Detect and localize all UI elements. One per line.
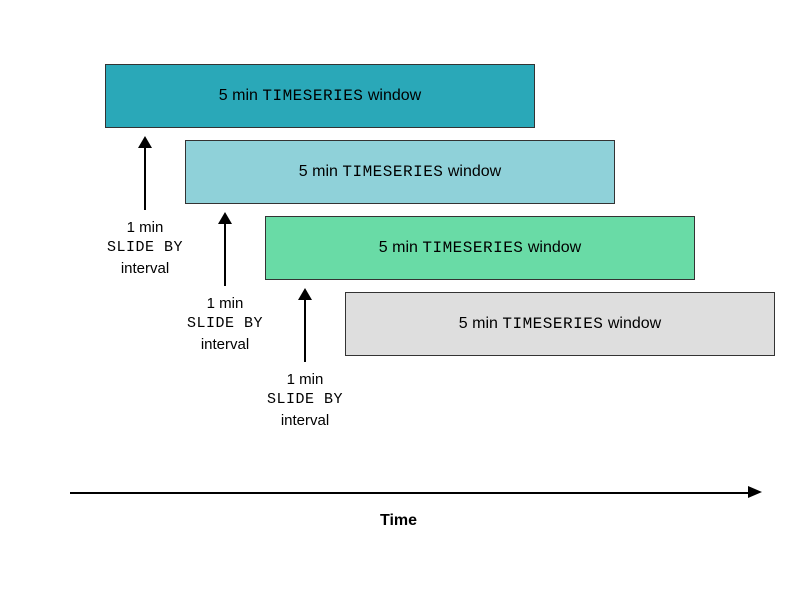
- arrow-up-icon: [298, 288, 312, 362]
- timeseries-window-3: 5 min TIMESERIES window: [265, 216, 695, 280]
- timeseries-window-1: 5 min TIMESERIES window: [105, 64, 535, 128]
- arrow-up-icon: [218, 212, 232, 286]
- window-label: 5 min TIMESERIES window: [459, 315, 661, 333]
- window-label: 5 min TIMESERIES window: [299, 163, 501, 181]
- time-axis: [70, 492, 750, 494]
- timeseries-window-4: 5 min TIMESERIES window: [345, 292, 775, 356]
- window-label: 5 min TIMESERIES window: [219, 87, 421, 105]
- slide-by-label-3: 1 min SLIDE BY interval: [245, 370, 365, 431]
- slide-by-label-1: 1 min SLIDE BY interval: [85, 218, 205, 279]
- arrow-up-icon: [138, 136, 152, 210]
- time-axis-label: Time: [380, 512, 417, 530]
- timeseries-window-2: 5 min TIMESERIES window: [185, 140, 615, 204]
- window-label: 5 min TIMESERIES window: [379, 239, 581, 257]
- arrow-right-icon: [748, 486, 762, 498]
- slide-by-label-2: 1 min SLIDE BY interval: [165, 294, 285, 355]
